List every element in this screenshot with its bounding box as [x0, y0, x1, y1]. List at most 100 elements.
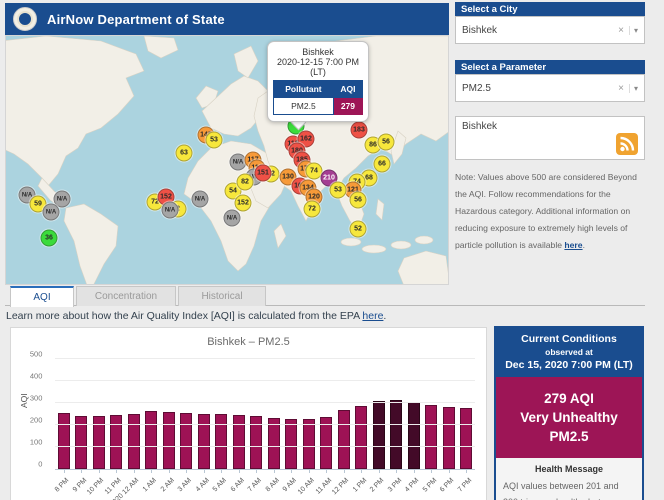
x-axis-label: 10 PM	[86, 477, 105, 496]
x-axis-label: 2 AM	[159, 477, 175, 493]
chart-bar-slot: 6 AM	[230, 360, 248, 469]
aqi-note: Note: Values above 500 are considered Be…	[455, 169, 645, 254]
x-axis-label: 1 PM	[351, 477, 368, 494]
x-axis-label: 7 AM	[247, 477, 263, 493]
x-axis-tick	[256, 469, 257, 473]
aqi-marker[interactable]: 36	[41, 230, 58, 247]
health-message-block: Health Message AQI values between 201 an…	[496, 458, 642, 500]
chart-bar	[128, 414, 140, 469]
tab-aqi[interactable]: AQI	[10, 286, 74, 307]
aqi-marker[interactable]: 152	[235, 195, 252, 212]
chevron-down-icon[interactable]: ▾	[629, 26, 638, 35]
aqi-marker[interactable]: 53	[330, 182, 347, 199]
aqi-pollutant: PM2.5	[498, 427, 640, 446]
learn-more-prefix: Learn more about how the Air Quality Ind…	[6, 310, 362, 322]
chart-bar	[285, 419, 297, 469]
aqi-marker[interactable]: 56	[350, 192, 367, 209]
chart-bar-slot: 3 AM	[178, 360, 196, 469]
note-suffix: .	[583, 240, 585, 250]
x-axis-tick	[466, 469, 467, 473]
aqi-marker[interactable]: 183	[351, 122, 368, 139]
tab-concentration[interactable]: Concentration	[76, 286, 176, 306]
chart-bar	[145, 411, 157, 469]
chart-bar-slot: 1 PM	[353, 360, 371, 469]
chart-bar-slot: 9 PM	[73, 360, 91, 469]
city-select-value: Bishkek	[462, 25, 613, 36]
app-header: AirNow Department of State	[5, 3, 449, 35]
rss-icon[interactable]	[616, 133, 638, 155]
y-axis-tick: 0	[38, 460, 42, 469]
chart-bar-slot: 12 PM	[335, 360, 353, 469]
chart-bar	[233, 415, 245, 469]
parameter-select-value: PM2.5	[462, 83, 613, 94]
chart-bar-slot: 1 AM	[143, 360, 161, 469]
x-axis-tick	[274, 469, 275, 473]
chart-bar	[58, 413, 70, 469]
learn-more-text: Learn more about how the Air Quality Ind…	[6, 310, 386, 322]
x-axis-tick	[64, 469, 65, 473]
chart-bar-slot: 10 PM	[90, 360, 108, 469]
aqi-marker[interactable]: 63	[176, 145, 193, 162]
learn-more-link[interactable]: here	[362, 310, 383, 322]
rss-feed-box: Bishkek	[455, 116, 645, 160]
x-axis-tick	[116, 469, 117, 473]
x-axis-label: 6 PM	[439, 477, 456, 494]
x-axis-tick	[134, 469, 135, 473]
popup-datetime: 2020-12-15 7:00 PM	[273, 57, 363, 67]
aqi-marker[interactable]: 72	[304, 201, 321, 218]
parameter-select[interactable]: PM2.5 × ▾	[455, 74, 645, 102]
world-aqi-map[interactable]: N/A59N/AN/A36721522N/A6314553N/A54152N/A…	[5, 35, 449, 285]
chart-bar	[373, 401, 385, 469]
x-axis-tick	[169, 469, 170, 473]
x-axis-label: 9 AM	[282, 477, 298, 493]
aqi-marker[interactable]: 56	[378, 134, 395, 151]
observed-at-label: observed at	[498, 347, 640, 357]
aqi-marker[interactable]: 66	[374, 156, 391, 173]
aqi-marker[interactable]: N/A	[224, 210, 241, 227]
chart-bar	[443, 407, 455, 469]
note-link[interactable]: here	[564, 240, 582, 250]
aqi-marker[interactable]: 52	[350, 221, 367, 238]
tab-historical[interactable]: Historical	[178, 286, 266, 306]
chart-bar-slot: 5 PM	[423, 360, 441, 469]
chevron-down-icon[interactable]: ▾	[629, 84, 638, 93]
y-axis-tick: 500	[30, 350, 43, 359]
x-axis-tick	[81, 469, 82, 473]
aqi-marker[interactable]: 151	[255, 165, 272, 182]
chart-bar	[355, 406, 367, 469]
aqi-value-block: 279 AQI Very Unhealthy PM2.5	[496, 377, 642, 458]
clear-parameter-icon[interactable]: ×	[613, 83, 629, 94]
x-axis-tick	[291, 469, 292, 473]
aqi-marker[interactable]: N/A	[43, 204, 60, 221]
x-axis-label: 4 AM	[194, 477, 210, 493]
y-axis-tick: 400	[30, 372, 43, 381]
chart-plot-area: 8 PM9 PM10 PM11 PM2020 12 AM1 AM2 AM3 AM…	[55, 360, 475, 470]
aqi-marker[interactable]: 53	[206, 132, 223, 149]
chart-bar-slot: 4 PM	[405, 360, 423, 469]
aqi-marker[interactable]: N/A	[192, 191, 209, 208]
chart-bar	[460, 408, 472, 469]
chart-bar-slot: 5 AM	[213, 360, 231, 469]
chart-bar-slot: 2020 12 AM	[125, 360, 143, 469]
x-axis-label: 5 PM	[421, 477, 438, 494]
chart-bar-slot: 8 PM	[55, 360, 73, 469]
chart-bar-slot: 7 PM	[458, 360, 476, 469]
aqi-marker[interactable]: N/A	[162, 202, 179, 219]
chart-bar-slot: 7 AM	[248, 360, 266, 469]
chart-bar	[163, 412, 175, 469]
tab-bar: AQIConcentrationHistorical	[5, 286, 645, 306]
x-axis-tick	[414, 469, 415, 473]
page-title: AirNow Department of State	[47, 12, 225, 27]
chart-bar	[198, 414, 210, 469]
city-select[interactable]: Bishkek × ▾	[455, 16, 645, 44]
x-axis-tick	[221, 469, 222, 473]
select-city-header: Select a City	[455, 2, 645, 16]
health-message-text: AQI values between 201 and 300 trigger a…	[503, 479, 635, 500]
aqi-marker[interactable]: 82	[237, 174, 254, 191]
clear-city-icon[interactable]: ×	[613, 25, 629, 36]
select-parameter-header: Select a Parameter	[455, 60, 645, 74]
chart-bar	[408, 402, 420, 469]
y-axis-tick: 200	[30, 416, 43, 425]
health-message-title: Health Message	[503, 464, 635, 474]
x-axis-tick	[326, 469, 327, 473]
